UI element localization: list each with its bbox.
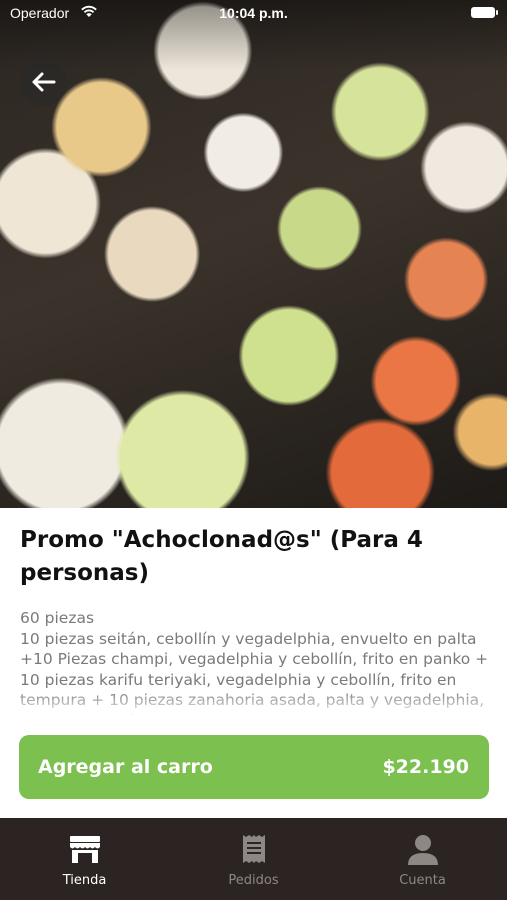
battery-icon	[471, 7, 498, 18]
tab-pedidos[interactable]: Pedidos	[169, 818, 338, 900]
tab-label: Tienda	[62, 873, 107, 888]
tab-bar: Tienda Pedidos Cuenta	[0, 818, 507, 900]
product-title: Promo "Achoclonad@s" (Para 4 personas)	[20, 527, 423, 586]
price-label: $22.190	[382, 756, 469, 778]
status-bar: Operador 10:04 p.m.	[0, 0, 507, 28]
receipt-icon	[236, 832, 272, 866]
tab-label: Pedidos	[228, 873, 279, 888]
store-icon	[67, 832, 103, 866]
user-icon	[405, 832, 441, 866]
description-fade	[0, 690, 507, 718]
clock: 10:04 p.m.	[219, 5, 288, 21]
tab-label: Cuenta	[399, 873, 446, 888]
add-to-cart-button[interactable]: Agregar al carro $22.190	[19, 735, 489, 799]
add-to-cart-label: Agregar al carro	[38, 756, 213, 778]
product-image	[0, 0, 507, 508]
back-button[interactable]	[19, 58, 67, 106]
tab-tienda[interactable]: Tienda	[0, 818, 169, 900]
arrow-left-icon	[32, 72, 56, 92]
tab-cuenta[interactable]: Cuenta	[338, 818, 507, 900]
